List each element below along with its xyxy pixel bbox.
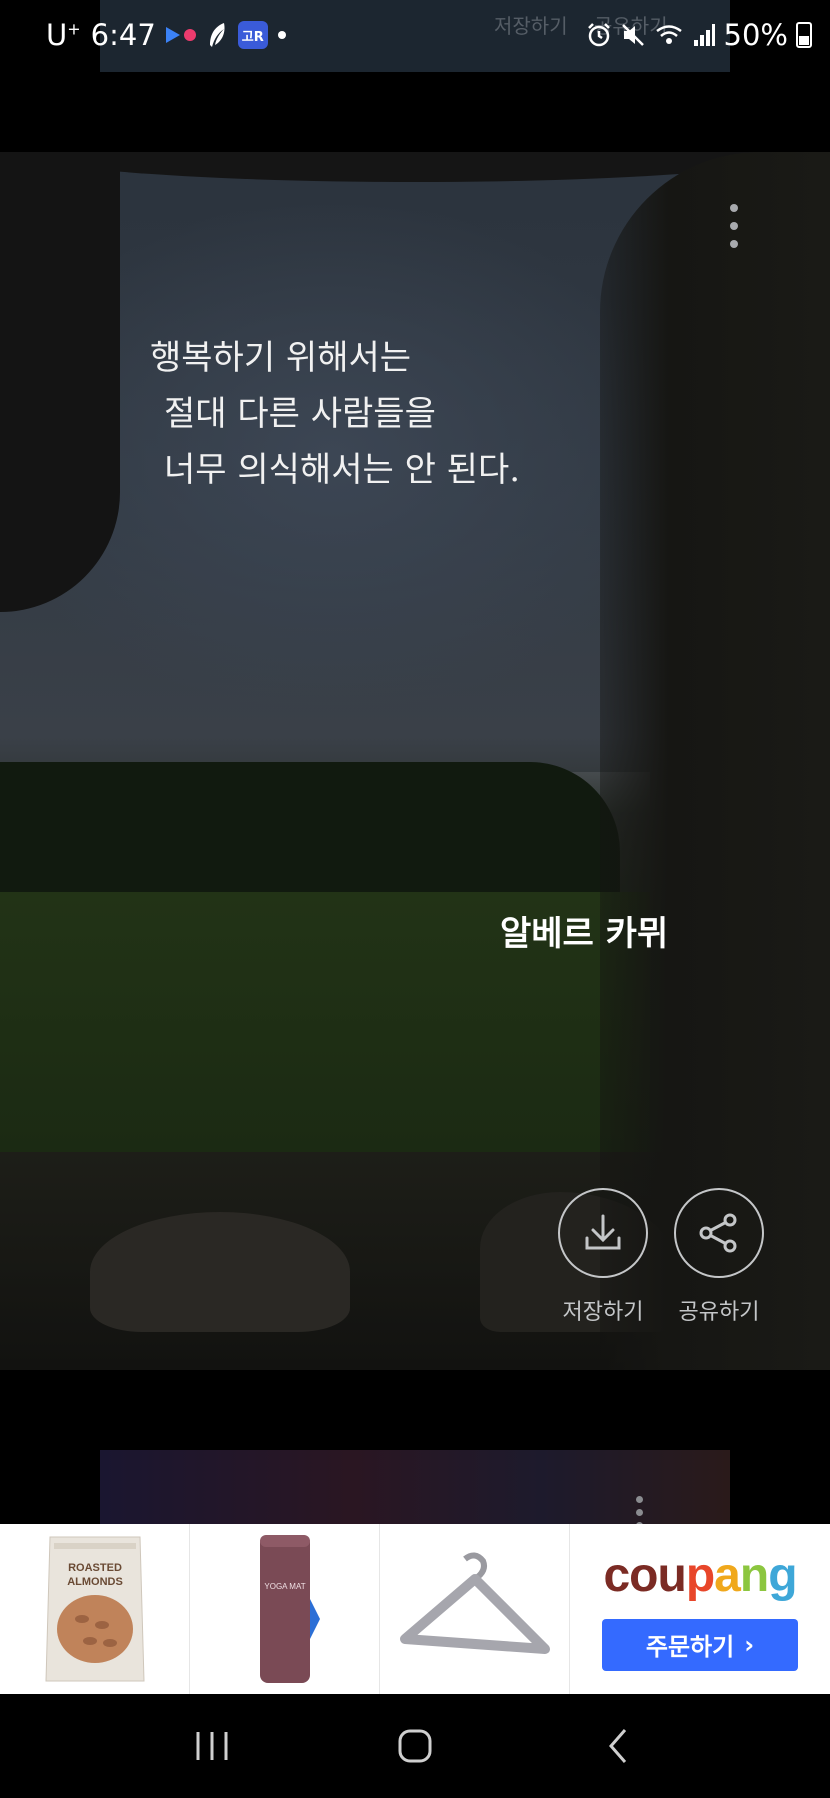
yoga-mat-image: YOGA MAT (259, 1535, 320, 1683)
share-button[interactable]: 공유하기 (674, 1188, 764, 1326)
signal-icon (693, 24, 715, 46)
quote-line: 너무 의식해서는 안 된다. (164, 450, 521, 490)
almonds-product[interactable]: ROASTED ALMONDS (0, 1524, 190, 1694)
recent-apps-button[interactable] (177, 1716, 247, 1776)
logo-letter: p (685, 1548, 715, 1602)
logo-letter: o (629, 1548, 658, 1602)
chevron-right-icon: › (744, 1630, 755, 1659)
share-button-circle[interactable] (674, 1188, 764, 1278)
forest-hills (0, 762, 620, 892)
back-button[interactable] (583, 1716, 653, 1776)
carrier-label: U+ (46, 18, 81, 52)
download-icon (585, 1214, 621, 1250)
alarm-icon (587, 23, 610, 47)
order-button[interactable]: 주문하기 › (602, 1618, 798, 1671)
mute-icon (621, 24, 644, 46)
logo-letter: c (603, 1548, 630, 1602)
share-label: 공유하기 (678, 1300, 760, 1325)
quote-line: 절대 다른 사람들을 (164, 394, 436, 434)
recent-apps-icon (196, 1732, 228, 1760)
svg-text:ALMONDS: ALMONDS (67, 1576, 123, 1588)
svg-text:YOGA MAT: YOGA MAT (264, 1582, 305, 1591)
save-label: 저장하기 (562, 1300, 644, 1325)
quote-author: 알베르 카뮈 (500, 914, 669, 954)
battery-percent: 50% (723, 18, 788, 52)
navigation-bar (0, 1694, 830, 1798)
wifi-icon (655, 25, 682, 44)
save-button[interactable]: 저장하기 (558, 1188, 648, 1326)
save-button-circle[interactable] (558, 1188, 648, 1278)
quote-line: 행복하기 위해서는 (150, 338, 412, 378)
quote-card[interactable]: 행복하기 위해서는 절대 다른 사람들을 너무 의식해서는 안 된다. 알베르 … (0, 152, 830, 1370)
home-button[interactable] (380, 1716, 450, 1776)
next-quote-card[interactable] (100, 1450, 730, 1529)
almonds-bag-image: ROASTED ALMONDS (44, 1536, 145, 1682)
cave-wall-left (0, 152, 120, 612)
logo-letter: g (768, 1548, 797, 1602)
status-bar: 저장하기 공유하기 U+ 6:47 고R 50% (0, 0, 830, 78)
back-icon (609, 1729, 627, 1763)
order-label: 주문하기 (645, 1633, 735, 1661)
yoga-mat-product[interactable]: YOGA MAT (190, 1524, 380, 1694)
coupang-logo: coupang (603, 1548, 797, 1603)
coupang-brand[interactable]: coupang 주문하기 › (570, 1524, 830, 1694)
hanger-product[interactable] (380, 1524, 570, 1694)
battery-icon (796, 22, 812, 48)
feather-icon (209, 23, 225, 47)
logo-letter: n (739, 1548, 769, 1602)
hanger-image (399, 1552, 550, 1654)
clock: 6:47 (90, 18, 156, 52)
app-badge-icon: 고R (237, 21, 268, 49)
rock (90, 1212, 350, 1332)
svg-text:ROASTED: ROASTED (68, 1562, 122, 1574)
ad-banner[interactable]: ROASTED ALMONDS YOGA MAT coupang 주문하기 › (0, 1524, 830, 1694)
logo-letter: u (657, 1548, 687, 1602)
more-vert-icon[interactable] (722, 204, 746, 248)
logo-letter: a (714, 1548, 741, 1602)
status-left: U+ 6:47 고R (46, 18, 286, 52)
share-icon (699, 1213, 737, 1253)
previous-save-label: 저장하기 (494, 14, 568, 38)
play-icon (165, 27, 180, 43)
record-dot-icon (183, 29, 196, 41)
notification-dot (277, 31, 286, 39)
status-right: 50% (586, 18, 812, 52)
home-icon (398, 1729, 432, 1763)
quote-text: 행복하기 위해서는 절대 다른 사람들을 너무 의식해서는 안 된다. (150, 330, 520, 498)
